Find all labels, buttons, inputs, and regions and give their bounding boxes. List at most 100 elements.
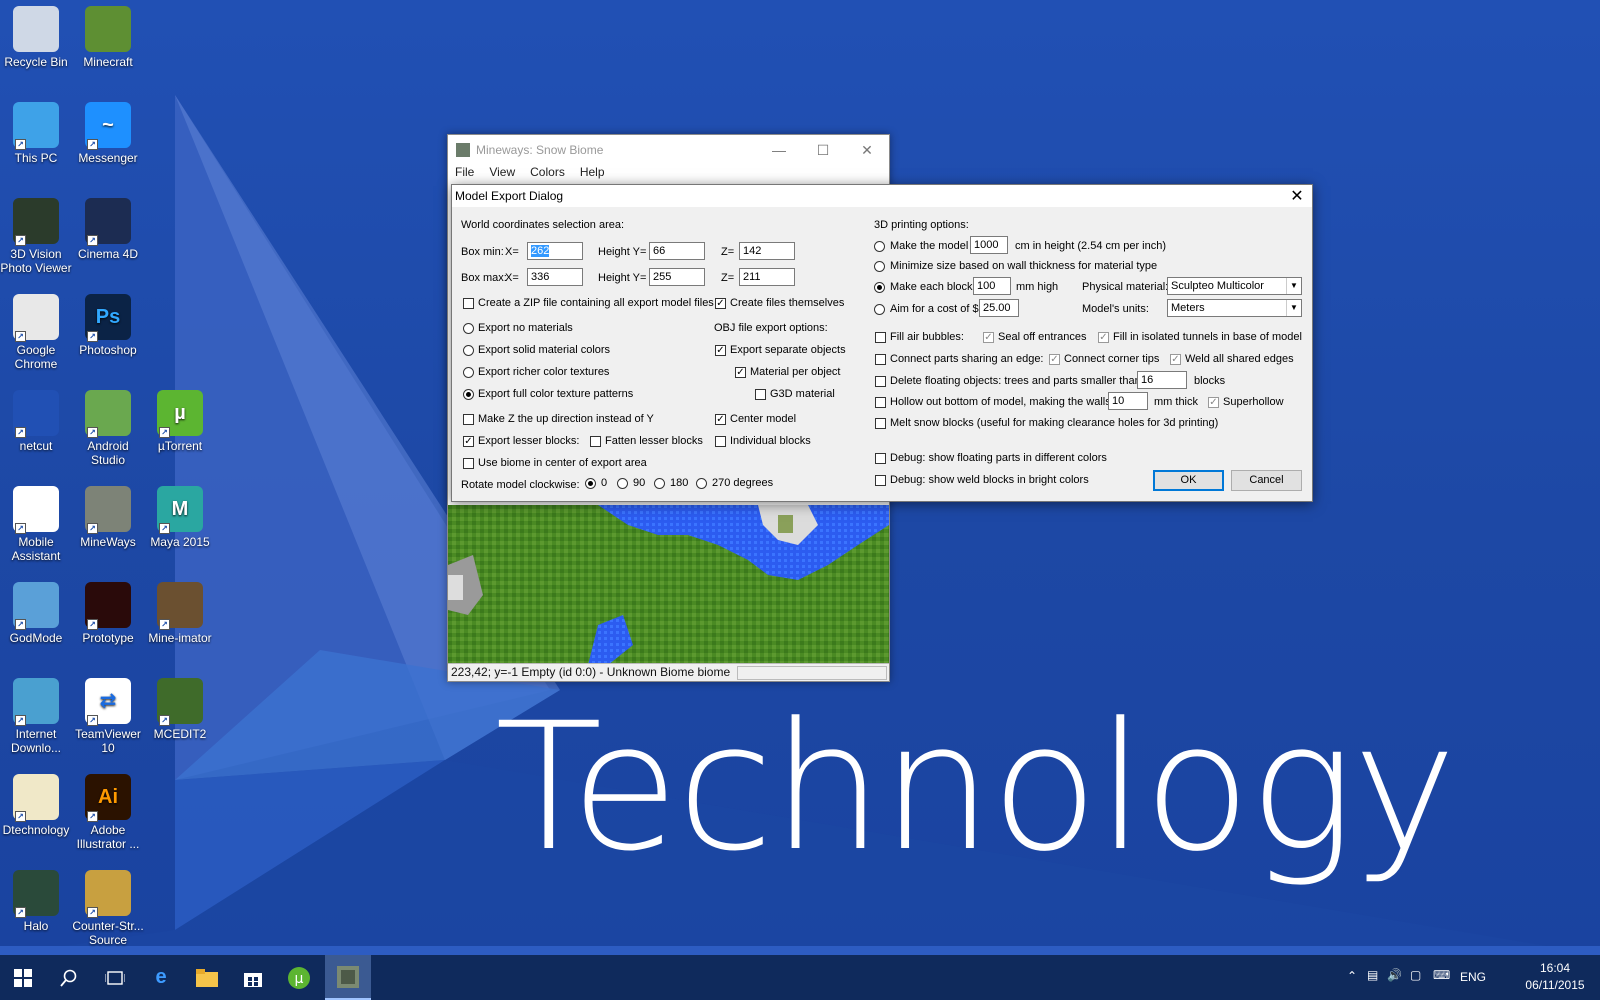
- desktop-icon-minecraft-grass-block[interactable]: Minecraft: [72, 6, 144, 69]
- language-indicator[interactable]: ENG: [1460, 970, 1486, 984]
- export-no-materials-radio[interactable]: [463, 323, 474, 334]
- melt-snow-checkbox[interactable]: [875, 418, 886, 429]
- desktop-icon-counter-strike[interactable]: ↗ Counter-Str... Source: [72, 870, 144, 947]
- rotate-180-radio[interactable]: [654, 478, 665, 489]
- fill-isolated-checkbox[interactable]: ✓: [1098, 332, 1109, 343]
- use-biome-checkbox[interactable]: [463, 458, 474, 469]
- cancel-button[interactable]: Cancel: [1231, 470, 1302, 491]
- task-view-icon[interactable]: [92, 955, 138, 1000]
- menu-colors[interactable]: Colors: [530, 165, 565, 185]
- desktop-icon-cinema4d[interactable]: ↗ Cinema 4D: [72, 198, 144, 261]
- desktop-icon-3d-vision[interactable]: ↗ 3D Vision Photo Viewer: [0, 198, 72, 275]
- desktop-icon-recycle-bin[interactable]: Recycle Bin: [0, 6, 72, 69]
- fill-air-checkbox[interactable]: [875, 332, 886, 343]
- desktop-icon-dtechnology[interactable]: ↗ Dtechnology: [0, 774, 72, 837]
- box-max-y-input[interactable]: 255: [649, 268, 705, 286]
- rotate-270-radio[interactable]: [696, 478, 707, 489]
- model-export-dialog[interactable]: Model Export Dialog ✕ World coordinates …: [451, 184, 1313, 502]
- menu-help[interactable]: Help: [580, 165, 605, 185]
- volume-icon[interactable]: 🔊: [1387, 968, 1402, 982]
- individual-blocks-checkbox[interactable]: [715, 436, 726, 447]
- maximize-icon[interactable]: ☐: [801, 142, 845, 159]
- fatten-lesser-checkbox[interactable]: [590, 436, 601, 447]
- center-model-checkbox[interactable]: ✓: [715, 414, 726, 425]
- box-max-x-input[interactable]: 336: [527, 268, 583, 286]
- export-lesser-checkbox[interactable]: ✓: [463, 436, 474, 447]
- search-icon[interactable]: [46, 955, 92, 1000]
- desktop-icon-idm[interactable]: ↗ Internet Downlo...: [0, 678, 72, 755]
- delete-floating-input[interactable]: 16: [1137, 371, 1187, 389]
- desktop-icon-messenger[interactable]: ~ ↗ Messenger: [72, 102, 144, 165]
- menu-view[interactable]: View: [489, 165, 515, 185]
- dialog-close-icon[interactable]: ✕: [1282, 186, 1312, 206]
- box-min-z-input[interactable]: 142: [739, 242, 795, 260]
- desktop-icon-computer[interactable]: ↗ This PC: [0, 102, 72, 165]
- desktop-icon-chrome[interactable]: ↗ Google Chrome: [0, 294, 72, 371]
- close-icon[interactable]: ✕: [845, 142, 889, 159]
- hollow-input[interactable]: 10: [1108, 392, 1148, 410]
- minecraft-map-view[interactable]: [448, 505, 889, 665]
- aim-cost-radio[interactable]: [874, 304, 885, 315]
- export-richer-radio[interactable]: [463, 367, 474, 378]
- box-min-y-input[interactable]: 66: [649, 242, 705, 260]
- show-hidden-icons-icon[interactable]: ⌃: [1347, 969, 1357, 983]
- connect-parts-checkbox[interactable]: [875, 354, 886, 365]
- desktop-icon-godmode[interactable]: ↗ GodMode: [0, 582, 72, 645]
- physical-material-select[interactable]: Sculpteo Multicolor ▼: [1167, 277, 1302, 295]
- desktop-icon-utorrent[interactable]: µ ↗ µTorrent: [144, 390, 216, 453]
- make-model-radio[interactable]: [874, 241, 885, 252]
- weld-all-checkbox[interactable]: ✓: [1170, 354, 1181, 365]
- create-zip-checkbox[interactable]: [463, 298, 474, 309]
- box-max-z-input[interactable]: 211: [739, 268, 795, 286]
- desktop-icon-prototype[interactable]: ↗ Prototype: [72, 582, 144, 645]
- hollow-out-checkbox[interactable]: [875, 397, 886, 408]
- desktop-icon-mineways[interactable]: ↗ MineWays: [72, 486, 144, 549]
- rotate-90-radio[interactable]: [617, 478, 628, 489]
- desktop-icon-illustrator[interactable]: Ai ↗ Adobe Illustrator ...: [72, 774, 144, 851]
- seal-off-checkbox[interactable]: ✓: [983, 332, 994, 343]
- utorrent-taskbar-icon[interactable]: µ: [276, 955, 322, 1000]
- desktop-icon-teamviewer[interactable]: ⇄ ↗ TeamViewer 10: [72, 678, 144, 755]
- file-explorer-icon[interactable]: [184, 955, 230, 1000]
- make-model-input[interactable]: 1000: [970, 236, 1008, 254]
- desktop-icon-scissors[interactable]: ↗ netcut: [0, 390, 72, 453]
- network-icon[interactable]: ▤: [1367, 968, 1378, 982]
- keyboard-icon[interactable]: ⌨: [1433, 968, 1450, 982]
- export-separate-checkbox[interactable]: ✓: [715, 345, 726, 356]
- minimize-size-radio[interactable]: [874, 261, 885, 272]
- desktop-icon-halo[interactable]: ↗ Halo: [0, 870, 72, 933]
- desktop-icon-mobile-assistant[interactable]: ↗ Mobile Assistant: [0, 486, 72, 563]
- superhollow-checkbox[interactable]: ✓: [1208, 397, 1219, 408]
- export-full-radio[interactable]: [463, 389, 474, 400]
- desktop-icon-mcedit[interactable]: ↗ MCEDIT2: [144, 678, 216, 741]
- export-solid-radio[interactable]: [463, 345, 474, 356]
- start-windows-icon[interactable]: [0, 955, 46, 1000]
- connect-corner-checkbox[interactable]: ✓: [1049, 354, 1060, 365]
- material-per-object-checkbox[interactable]: ✓: [735, 367, 746, 378]
- action-center-icon[interactable]: ▢: [1410, 968, 1421, 982]
- mineways-taskbar-icon[interactable]: [325, 955, 371, 1000]
- units-select[interactable]: Meters ▼: [1167, 299, 1302, 317]
- make-each-block-radio[interactable]: [874, 282, 885, 293]
- menu-file[interactable]: File: [455, 165, 474, 185]
- aim-cost-input[interactable]: 25.00: [979, 299, 1019, 317]
- clock-date[interactable]: 06/11/2015: [1520, 978, 1590, 992]
- clock-time[interactable]: 16:04: [1526, 961, 1584, 975]
- g3d-material-checkbox[interactable]: [755, 389, 766, 400]
- desktop-icon-maya[interactable]: M ↗ Maya 2015: [144, 486, 216, 549]
- mineways-titlebar[interactable]: Mineways: Snow Biome — ☐ ✕: [448, 135, 889, 165]
- desktop-icon-android-studio[interactable]: ↗ Android Studio: [72, 390, 144, 467]
- make-z-up-checkbox[interactable]: [463, 414, 474, 425]
- debug-floating-checkbox[interactable]: [875, 453, 886, 464]
- desktop-icon-photoshop[interactable]: Ps ↗ Photoshop: [72, 294, 144, 357]
- store-icon[interactable]: [230, 955, 276, 1000]
- minimize-icon[interactable]: —: [757, 142, 801, 159]
- delete-floating-checkbox[interactable]: [875, 376, 886, 387]
- box-min-x-input[interactable]: 262: [527, 242, 583, 260]
- dialog-titlebar[interactable]: Model Export Dialog ✕: [452, 185, 1312, 207]
- ok-button[interactable]: OK: [1153, 470, 1224, 491]
- create-files-checkbox[interactable]: ✓: [715, 298, 726, 309]
- desktop-icon-mine-imator[interactable]: ↗ Mine-imator: [144, 582, 216, 645]
- each-block-input[interactable]: 100: [973, 277, 1011, 295]
- edge-browser-icon[interactable]: e: [138, 955, 184, 1000]
